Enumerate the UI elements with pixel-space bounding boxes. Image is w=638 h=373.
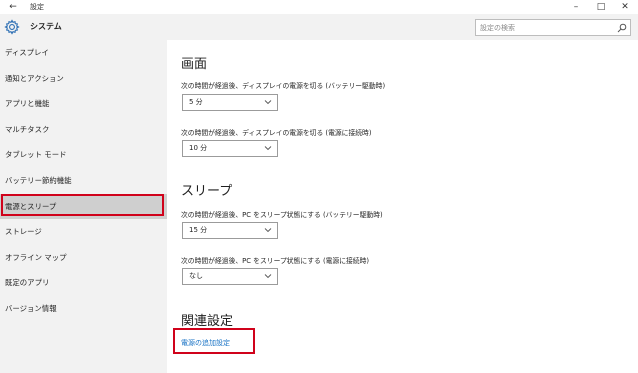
back-button[interactable]: ← [6,0,20,14]
title-bar: ← 設定 – □ ✕ [0,0,638,14]
sleep-plugged-value: なし [189,272,203,280]
screen-battery-value: 5 分 [189,98,203,106]
main-content: 画面 次の時間が経過後、ディスプレイの電源を切る (バッテリー駆動時) 5 分 … [167,40,638,373]
sidebar-item-about[interactable]: バージョン情報 [0,296,167,321]
sleep-plugged-dropdown[interactable]: なし [182,268,278,285]
sidebar-item-default-apps[interactable]: 既定のアプリ [0,270,167,295]
screen-heading: 画面 [181,57,208,72]
sleep-plugged-label: 次の時間が経過後、PC をスリープ状態にする (電源に接続時) [181,257,370,265]
search-box[interactable] [475,19,631,36]
gear-icon [4,19,20,35]
chevron-down-icon [264,100,272,105]
sidebar-item-multitasking[interactable]: マルチタスク [0,117,167,142]
search-input[interactable] [476,20,614,35]
minimize-button[interactable]: – [565,0,587,14]
sleep-battery-value: 15 分 [189,226,208,234]
chevron-down-icon [264,274,272,279]
sleep-battery-dropdown[interactable]: 15 分 [182,222,278,239]
page-title: システム [30,22,62,31]
additional-power-settings-link[interactable]: 電源の追加設定 [181,338,230,348]
screen-plugged-value: 10 分 [189,144,208,152]
sleep-heading: スリープ [181,184,233,199]
screen-battery-dropdown[interactable]: 5 分 [182,94,278,111]
sidebar: ディスプレイ 通知とアクション アプリと機能 マルチタスク タブレット モード … [0,40,167,373]
sidebar-item-apps[interactable]: アプリと機能 [0,91,167,116]
sidebar-item-display[interactable]: ディスプレイ [0,40,167,65]
sidebar-item-storage[interactable]: ストレージ [0,219,167,244]
sidebar-item-offline-maps[interactable]: オフライン マップ [0,245,167,270]
sleep-battery-label: 次の時間が経過後、PC をスリープ状態にする (バッテリー駆動時) [181,211,383,219]
sidebar-item-battery-saver[interactable]: バッテリー節約機能 [0,168,167,193]
related-settings-heading: 関連設定 [181,314,234,329]
header: システム [0,14,638,40]
selection-highlight-box [1,194,164,216]
window-title: 設定 [30,3,44,11]
close-button[interactable]: ✕ [614,0,636,14]
sidebar-item-notifications[interactable]: 通知とアクション [0,66,167,91]
search-icon[interactable] [617,23,627,33]
screen-plugged-label: 次の時間が経過後、ディスプレイの電源を切る (電源に接続時) [181,129,372,137]
screen-battery-label: 次の時間が経過後、ディスプレイの電源を切る (バッテリー駆動時) [181,82,386,90]
chevron-down-icon [264,228,272,233]
sidebar-item-tablet-mode[interactable]: タブレット モード [0,142,167,167]
chevron-down-icon [264,146,272,151]
screen-plugged-dropdown[interactable]: 10 分 [182,140,278,157]
maximize-button[interactable]: □ [590,0,612,14]
